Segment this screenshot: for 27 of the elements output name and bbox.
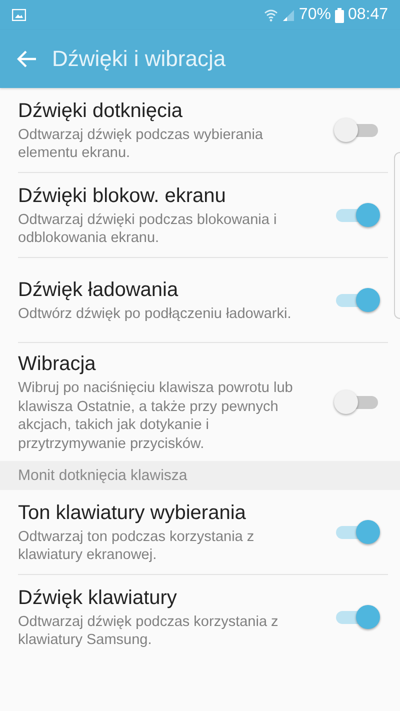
- setting-description: Odtwarzaj dźwięki podczas blokowania i odblokowania ekranu.: [18, 210, 278, 248]
- setting-description: Odtwarzaj ton podczas korzystania z klawiatury ekranowej.: [18, 528, 256, 564]
- setting-title: Dźwięk ładowania: [18, 278, 180, 303]
- toggle-switch[interactable]: [334, 286, 380, 314]
- toggle-switch[interactable]: [334, 116, 380, 144]
- setting-title: Dźwięk klawiatury: [18, 586, 178, 610]
- toggle-switch[interactable]: [334, 201, 380, 229]
- section-header: Monit dotknięcia klawisza: [0, 461, 400, 490]
- setting-title: Ton klawiatury wybierania: [18, 500, 247, 526]
- battery-icon: [334, 8, 344, 22]
- signal-icon: [282, 8, 295, 22]
- clock: 08:47: [348, 6, 388, 24]
- setting-title: Dźwięki dotknięcia: [18, 98, 184, 124]
- setting-description: Wibruj po naciśnięciu klawisza powrotu lub klawisza Ostatnie, a także przy pewnych akcjach, takich jak dotykanie i przytrzymywanie przycisków.: [18, 379, 294, 453]
- battery-percent: 70%: [298, 6, 331, 24]
- setting-title: Wibracja: [18, 352, 97, 377]
- back-button[interactable]: [17, 48, 39, 70]
- toggle-switch[interactable]: [334, 603, 380, 631]
- wifi-icon: [264, 8, 278, 22]
- toggle-switch[interactable]: [334, 518, 380, 546]
- gallery-icon: [12, 9, 26, 21]
- setting-title: Dźwięki blokow. ekranu: [18, 184, 227, 208]
- setting-description: Odtwarzaj dźwięk podczas wybierania elementu ekranu.: [18, 126, 264, 162]
- screen-title: Dźwięki i wibracja: [52, 46, 226, 72]
- toggle-switch[interactable]: [334, 388, 380, 416]
- setting-description: Odtwórz dźwięk po podłączeniu ładowarki.: [18, 304, 292, 324]
- setting-description: Odtwarzaj dźwięk podczas korzystania z klawiatury Samsung.: [18, 612, 280, 650]
